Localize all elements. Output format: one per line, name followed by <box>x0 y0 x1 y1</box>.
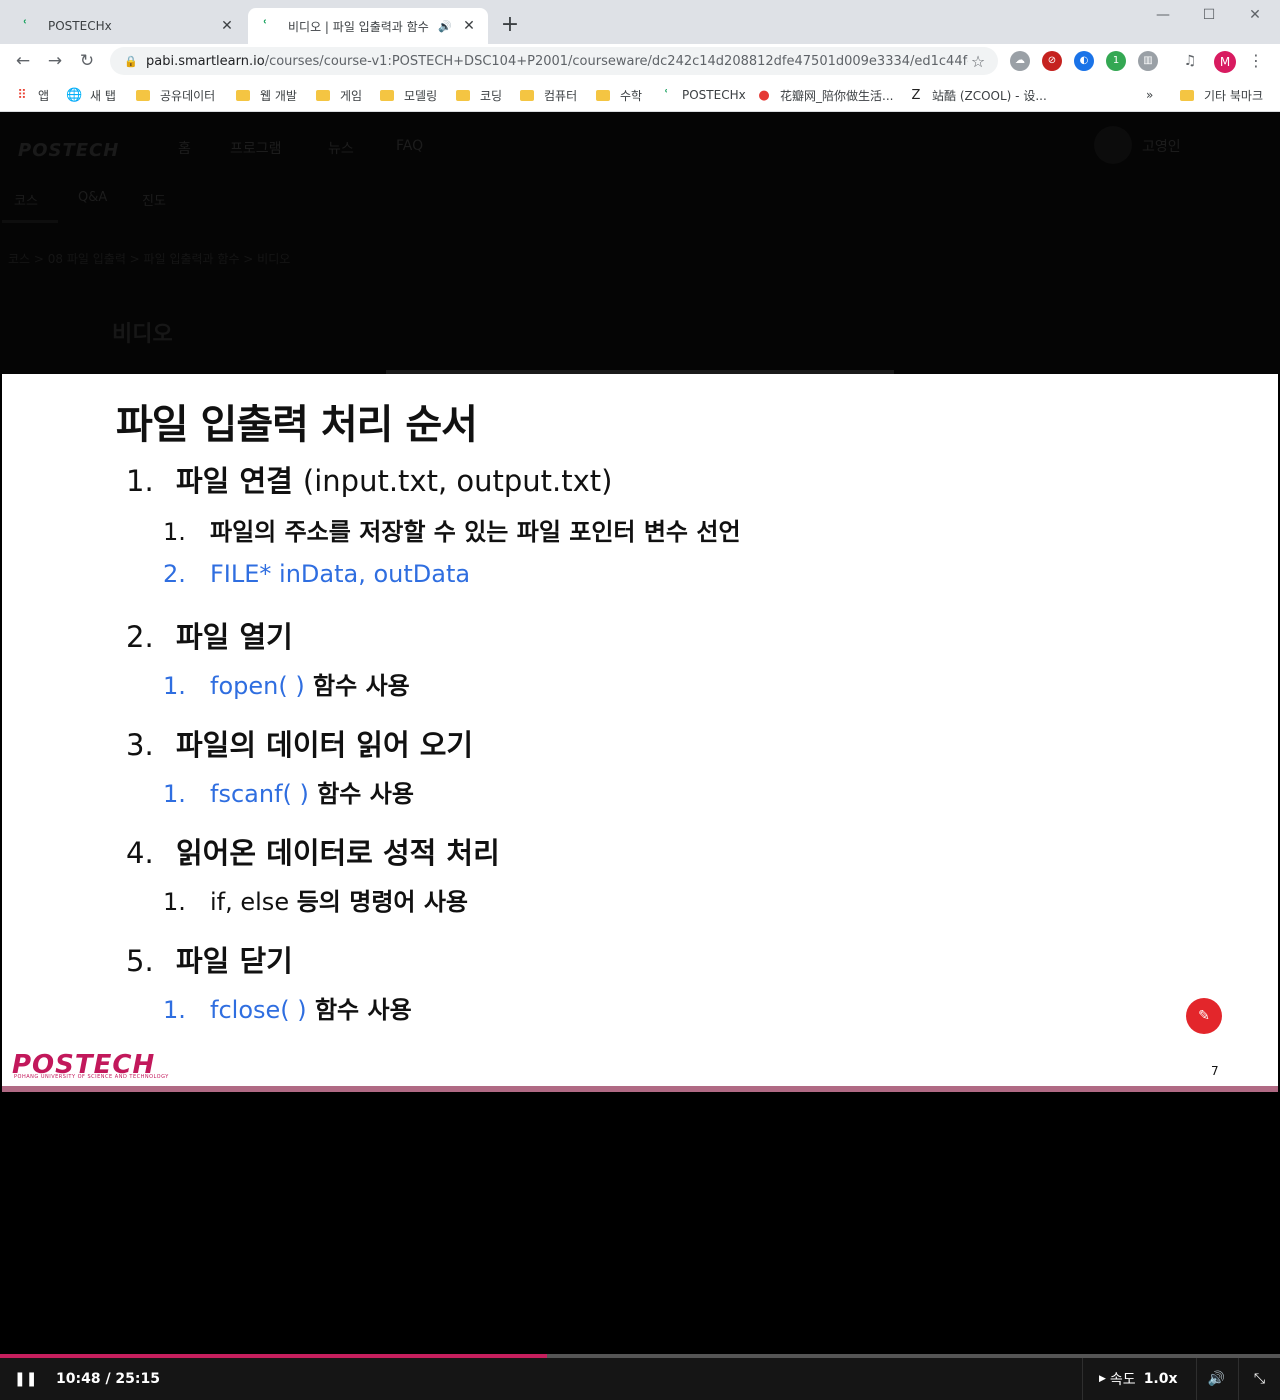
slide-title: 파일 입출력 처리 순서 <box>116 402 478 448</box>
slide-subitem-code: 2. FILE* inData, outData <box>163 560 471 588</box>
extension-book-icon[interactable]: ▥ <box>1138 51 1158 71</box>
speed-label: 속도 <box>1109 1372 1136 1388</box>
user-name: 고영인 <box>1142 139 1181 155</box>
record-badge-icon: ✎ <box>1186 998 1222 1034</box>
bookmark-postechx[interactable]: ʿ POSTECHx <box>658 84 746 106</box>
tab-title: POSTECHx <box>48 19 112 33</box>
slide-subitem: 1. 파일의 주소를 저장할 수 있는 파일 포인터 변수 선언 <box>163 518 741 546</box>
slide-footer-band <box>2 1086 1278 1092</box>
folder-icon <box>596 89 610 101</box>
bookmark-star-icon[interactable]: ☆ <box>968 52 988 71</box>
nav-news: 뉴스 <box>328 141 354 157</box>
postechx-favicon-icon: ʿ <box>22 17 28 35</box>
address-bar[interactable]: 🔒 pabi.smartlearn.io/courses/course-v1:P… <box>110 47 998 75</box>
apps-icon: ⠿ <box>17 87 27 103</box>
video-controls: ❚❚ 10:48 / 25:15 ▶ 속도 1.0x 🔊 ⤡ <box>0 1358 1280 1400</box>
tab-close-icon[interactable]: ✕ <box>460 18 478 34</box>
extension-cloud-icon[interactable]: ☁ <box>1010 51 1030 71</box>
subnav-course: 코스 <box>14 194 38 209</box>
slide-page-number: 7 <box>1211 1064 1219 1078</box>
lecture-slide[interactable]: 파일 입출력 처리 순서 1. 파일 연결 (input.txt, output.… <box>2 374 1278 1092</box>
course-page-overlay <box>0 112 1280 374</box>
postechx-favicon-icon: ʿ <box>262 17 268 35</box>
tab-strip: ʿ POSTECHx ✕ ʿ 비디오 | 파일 입출력과 함수 🔊 ✕ + — … <box>0 0 1280 44</box>
tab-title: 비디오 | 파일 입출력과 함수 <box>288 19 429 34</box>
slide-subitem: 1. fclose( ) 함수 사용 <box>163 996 412 1024</box>
audio-playing-icon[interactable]: 🔊 <box>438 20 452 33</box>
subnav-progress: 진도 <box>142 194 166 209</box>
new-tab-button[interactable]: + <box>498 12 522 37</box>
folder-icon <box>236 89 250 101</box>
bookmark-zcool[interactable]: Z 站酷 (ZCOOL) - 设... <box>908 84 1047 106</box>
maximize-button[interactable]: ☐ <box>1186 4 1232 26</box>
slide-item-2: 2. 파일 열기 <box>126 620 293 654</box>
forward-arrow-icon[interactable]: → <box>44 50 66 72</box>
tab-close-icon[interactable]: ✕ <box>218 18 236 34</box>
other-bookmarks[interactable]: 기타 북마크 <box>1180 84 1263 106</box>
slide-subitem: 1. if, else 등의 명령어 사용 <box>163 888 468 916</box>
postechx-icon: ʿ <box>663 87 669 103</box>
browser-toolbar: ← → ↻ 🔒 pabi.smartlearn.io/courses/cours… <box>0 44 1280 78</box>
folder-icon <box>520 89 534 101</box>
slide-item-5: 5. 파일 닫기 <box>126 944 293 978</box>
breadcrumb: 코스 > 08 파일 입출력 > 파일 입출력과 함수 > 비디오 <box>8 252 291 266</box>
tab-video[interactable]: ʿ 비디오 | 파일 입출력과 함수 🔊 ✕ <box>248 8 488 44</box>
profile-avatar[interactable]: M <box>1214 51 1236 73</box>
bookmark-apps[interactable]: ⠿ 앱 <box>14 84 49 106</box>
folder-icon <box>1180 89 1194 101</box>
bookmark-folder[interactable]: 코딩 <box>456 84 502 106</box>
close-window-button[interactable]: ✕ <box>1232 4 1278 26</box>
slide-item-1: 1. 파일 연결 (input.txt, output.txt) <box>126 464 613 498</box>
extension-blue-icon[interactable]: ◐ <box>1074 51 1094 71</box>
bookmark-folder[interactable]: 수학 <box>596 84 642 106</box>
folder-icon <box>456 89 470 101</box>
bookmark-folder[interactable]: 웹 개발 <box>236 84 297 106</box>
speed-button[interactable]: ▶ 속도 1.0x <box>1082 1358 1194 1400</box>
folder-icon <box>136 89 150 101</box>
bookmarks-overflow-button[interactable]: » <box>1146 84 1153 106</box>
extension-shield-icon[interactable]: 1 <box>1106 51 1126 71</box>
huaban-icon: ● <box>758 87 770 103</box>
media-control-icon[interactable]: ♫ <box>1180 51 1200 71</box>
slide-logo-subtitle: POHANG UNIVERSITY OF SCIENCE AND TECHNOL… <box>14 1074 169 1080</box>
nav-faq: FAQ <box>396 138 424 154</box>
bookmarks-bar: ⠿ 앱 🌐 새 탭 공유데이터 웹 개발 게임 모델링 코딩 컴퓨터 수학 ʿ POS… <box>0 78 1280 112</box>
nav-home: 홈 <box>178 141 191 157</box>
extension-red-icon[interactable]: ⊘ <box>1042 51 1062 71</box>
speed-value: 1.0x <box>1143 1371 1178 1387</box>
slide-item-4: 4. 읽어온 데이터로 성적 처리 <box>126 836 500 870</box>
nav-programs: 프로그램 <box>230 141 282 157</box>
unit-title: 비디오 <box>112 322 173 347</box>
globe-icon: 🌐 <box>66 87 83 103</box>
lock-icon: 🔒 <box>124 54 138 68</box>
zcool-icon: Z <box>911 87 921 103</box>
back-arrow-icon[interactable]: ← <box>12 50 34 72</box>
bookmark-folder[interactable]: 게임 <box>316 84 362 106</box>
menu-kebab-icon[interactable]: ⋮ <box>1248 51 1264 71</box>
site-logo: POSTECH <box>18 140 120 161</box>
subnav-active-indicator <box>2 220 58 223</box>
url-text[interactable]: pabi.smartlearn.io/courses/course-v1:POS… <box>146 54 968 69</box>
bookmark-new-tab[interactable]: 🌐 새 탭 <box>66 84 116 106</box>
reload-icon[interactable]: ↻ <box>76 50 98 72</box>
bookmark-folder[interactable]: 공유데이터 <box>136 84 215 106</box>
user-avatar <box>1094 126 1132 164</box>
time-display: 10:48 / 25:15 <box>56 1371 160 1387</box>
volume-icon[interactable]: 🔊 <box>1196 1358 1236 1400</box>
folder-icon <box>380 89 394 101</box>
subnav-qna: Q&A <box>78 190 108 205</box>
slide-subitem: 1. fopen( ) 함수 사용 <box>163 672 410 700</box>
pause-icon[interactable]: ❚❚ <box>14 1358 37 1400</box>
bookmark-folder[interactable]: 컴퓨터 <box>520 84 577 106</box>
speed-arrow-icon: ▶ <box>1099 1374 1106 1384</box>
slide-subitem: 1. fscanf( ) 함수 사용 <box>163 780 414 808</box>
folder-icon <box>316 89 330 101</box>
exit-fullscreen-icon[interactable]: ⤡ <box>1238 1358 1280 1400</box>
bookmark-folder[interactable]: 모델링 <box>380 84 437 106</box>
bookmark-huaban[interactable]: ● 花瓣网_陪你做生活... <box>756 84 893 106</box>
slide-item-3: 3. 파일의 데이터 읽어 오기 <box>126 728 474 762</box>
tab-postechx[interactable]: ʿ POSTECHx ✕ <box>8 8 246 44</box>
minimize-button[interactable]: — <box>1140 4 1186 26</box>
